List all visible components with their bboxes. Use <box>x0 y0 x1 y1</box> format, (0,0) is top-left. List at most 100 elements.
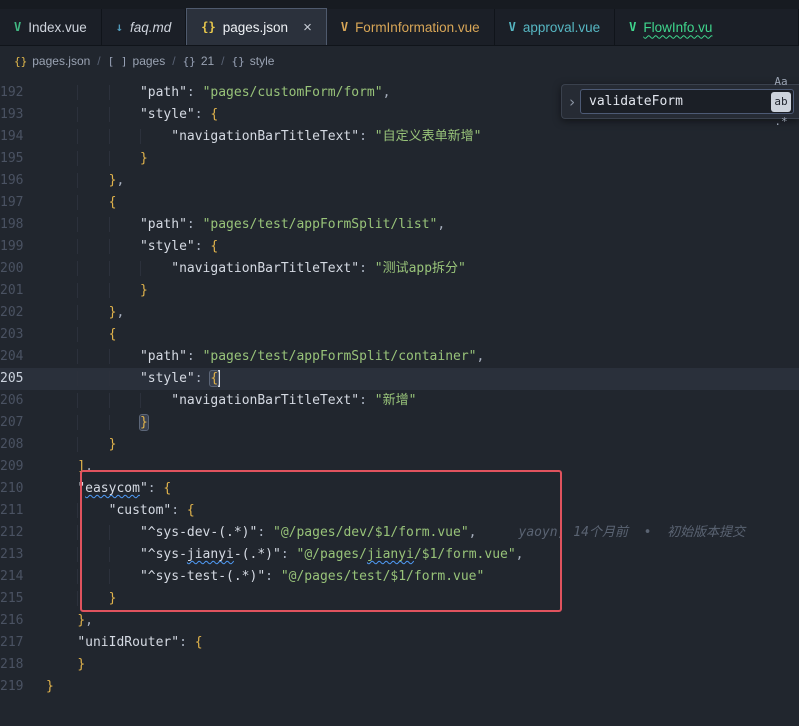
line-number[interactable]: 204 <box>0 346 46 368</box>
line-number[interactable]: 213 <box>0 544 46 566</box>
match-case-toggle[interactable]: Aa <box>771 76 791 92</box>
code-line-214[interactable]: 214 "^sys-test-(.*)": "@/pages/test/$1/f… <box>0 566 799 588</box>
code-line-211[interactable]: 211 "custom": { <box>0 500 799 522</box>
code-line-217[interactable]: 217 "uniIdRouter": { <box>0 632 799 654</box>
tab-faq-md[interactable]: ↓faq.md <box>102 9 187 45</box>
indent <box>109 349 140 364</box>
line-number[interactable]: 215 <box>0 588 46 610</box>
breadcrumb-label: pages.json <box>32 54 90 68</box>
indent <box>46 613 77 628</box>
code-line-203[interactable]: 203 { <box>0 324 799 346</box>
line-number[interactable]: 192 <box>0 82 46 104</box>
array-symbol-icon: [ ] <box>108 55 128 68</box>
code-line-216[interactable]: 216 }, <box>0 610 799 632</box>
code-line-219[interactable]: 219} <box>0 676 799 698</box>
line-number[interactable]: 209 <box>0 456 46 478</box>
line-number[interactable]: 218 <box>0 654 46 676</box>
line-number[interactable]: 212 <box>0 522 46 544</box>
code-token: : <box>257 525 273 540</box>
line-number[interactable]: 216 <box>0 610 46 632</box>
line-number[interactable]: 214 <box>0 566 46 588</box>
find-expand-chevron-icon[interactable]: › <box>564 93 580 111</box>
indent <box>46 195 77 210</box>
line-number[interactable]: 196 <box>0 170 46 192</box>
line-number[interactable]: 195 <box>0 148 46 170</box>
code-token: : <box>359 261 375 276</box>
tab-pages-json[interactable]: {}pages.json× <box>186 8 327 45</box>
tab-index-vue[interactable]: VIndex.vue <box>0 9 102 45</box>
code-line-213[interactable]: 213 "^sys-jianyi-(.*)": "@/pages/jianyi/… <box>0 544 799 566</box>
line-number[interactable]: 197 <box>0 192 46 214</box>
code-token: "path" <box>140 85 187 100</box>
line-number[interactable]: 203 <box>0 324 46 346</box>
indent <box>46 591 77 606</box>
tab-bar: VIndex.vue↓faq.md{}pages.json×VFormInfor… <box>0 0 799 46</box>
line-number[interactable]: 206 <box>0 390 46 412</box>
find-input[interactable]: validateForm Aaab.* <box>580 89 794 114</box>
indent <box>46 283 77 298</box>
close-icon[interactable]: × <box>303 20 312 35</box>
line-number[interactable]: 199 <box>0 236 46 258</box>
code-line-201[interactable]: 201 } <box>0 280 799 302</box>
indent <box>77 569 108 584</box>
code-token: } <box>109 591 117 606</box>
code-token: "@/pages/test/$1/form.vue" <box>281 569 485 584</box>
line-number[interactable]: 198 <box>0 214 46 236</box>
code-line-210[interactable]: 210 "easycom": { <box>0 478 799 500</box>
code-line-196[interactable]: 196 }, <box>0 170 799 192</box>
line-number[interactable]: 202 <box>0 302 46 324</box>
code-editor[interactable]: 192 "path": "pages/customForm/form",193 … <box>0 76 799 726</box>
indent <box>109 393 140 408</box>
code-token: } <box>140 151 148 166</box>
code-line-206[interactable]: 206 "navigationBarTitleText": "新增" <box>0 390 799 412</box>
whole-word-toggle[interactable]: ab <box>771 92 791 112</box>
code-line-197[interactable]: 197 { <box>0 192 799 214</box>
breadcrumb-item-pages[interactable]: [ ]pages <box>108 54 166 68</box>
code-line-218[interactable]: 218 } <box>0 654 799 676</box>
breadcrumb-item-pages-json[interactable]: {}pages.json <box>14 54 90 68</box>
code-token: { <box>195 635 203 650</box>
line-number[interactable]: 208 <box>0 434 46 456</box>
line-number[interactable]: 219 <box>0 676 46 698</box>
line-number[interactable]: 200 <box>0 258 46 280</box>
code-token: "@/pages/dev/$1/form.vue" <box>273 525 469 540</box>
code-line-209[interactable]: 209 ], <box>0 456 799 478</box>
code-line-205[interactable]: 205 "style": { <box>0 368 799 390</box>
line-number[interactable]: 211 <box>0 500 46 522</box>
line-number[interactable]: 201 <box>0 280 46 302</box>
tab-label: faq.md <box>130 20 171 35</box>
code-line-202[interactable]: 202 }, <box>0 302 799 324</box>
breadcrumb-item-21[interactable]: {}21 <box>183 54 215 68</box>
indent <box>77 591 108 606</box>
regex-toggle[interactable]: .* <box>771 112 791 132</box>
code-token: } <box>77 657 85 672</box>
line-number[interactable]: 194 <box>0 126 46 148</box>
code-line-195[interactable]: 195 } <box>0 148 799 170</box>
line-number[interactable]: 217 <box>0 632 46 654</box>
indent <box>77 327 108 342</box>
line-number[interactable]: 207 <box>0 412 46 434</box>
git-blame-annotation: yaoyn, 14个月前 • 初始版本提交 <box>477 525 746 540</box>
indent <box>77 261 108 276</box>
code-token: , <box>383 85 391 100</box>
code-line-204[interactable]: 204 "path": "pages/test/appFormSplit/con… <box>0 346 799 368</box>
code-line-207[interactable]: 207 } <box>0 412 799 434</box>
code-line-198[interactable]: 198 "path": "pages/test/appFormSplit/lis… <box>0 214 799 236</box>
code-line-199[interactable]: 199 "style": { <box>0 236 799 258</box>
code-text: } <box>46 148 799 170</box>
tab-forminformation-vue[interactable]: VFormInformation.vue <box>327 9 495 45</box>
line-number[interactable]: 193 <box>0 104 46 126</box>
line-number[interactable]: 205 <box>0 368 46 390</box>
code-line-208[interactable]: 208 } <box>0 434 799 456</box>
code-token: : <box>195 239 211 254</box>
code-line-215[interactable]: 215 } <box>0 588 799 610</box>
tab-flowinfo-vu[interactable]: VFlowInfo.vu <box>615 9 799 45</box>
code-line-212[interactable]: 212 "^sys-dev-(.*)": "@/pages/dev/$1/for… <box>0 522 799 544</box>
breadcrumb-item-style[interactable]: {}style <box>232 54 275 68</box>
tab-approval-vue[interactable]: Vapproval.vue <box>495 9 616 45</box>
code-text: } <box>46 434 799 456</box>
line-number[interactable]: 210 <box>0 478 46 500</box>
code-line-200[interactable]: 200 "navigationBarTitleText": "测试app拆分" <box>0 258 799 280</box>
code-text: { <box>46 324 799 346</box>
code-line-194[interactable]: 194 "navigationBarTitleText": "自定义表单新增" <box>0 126 799 148</box>
